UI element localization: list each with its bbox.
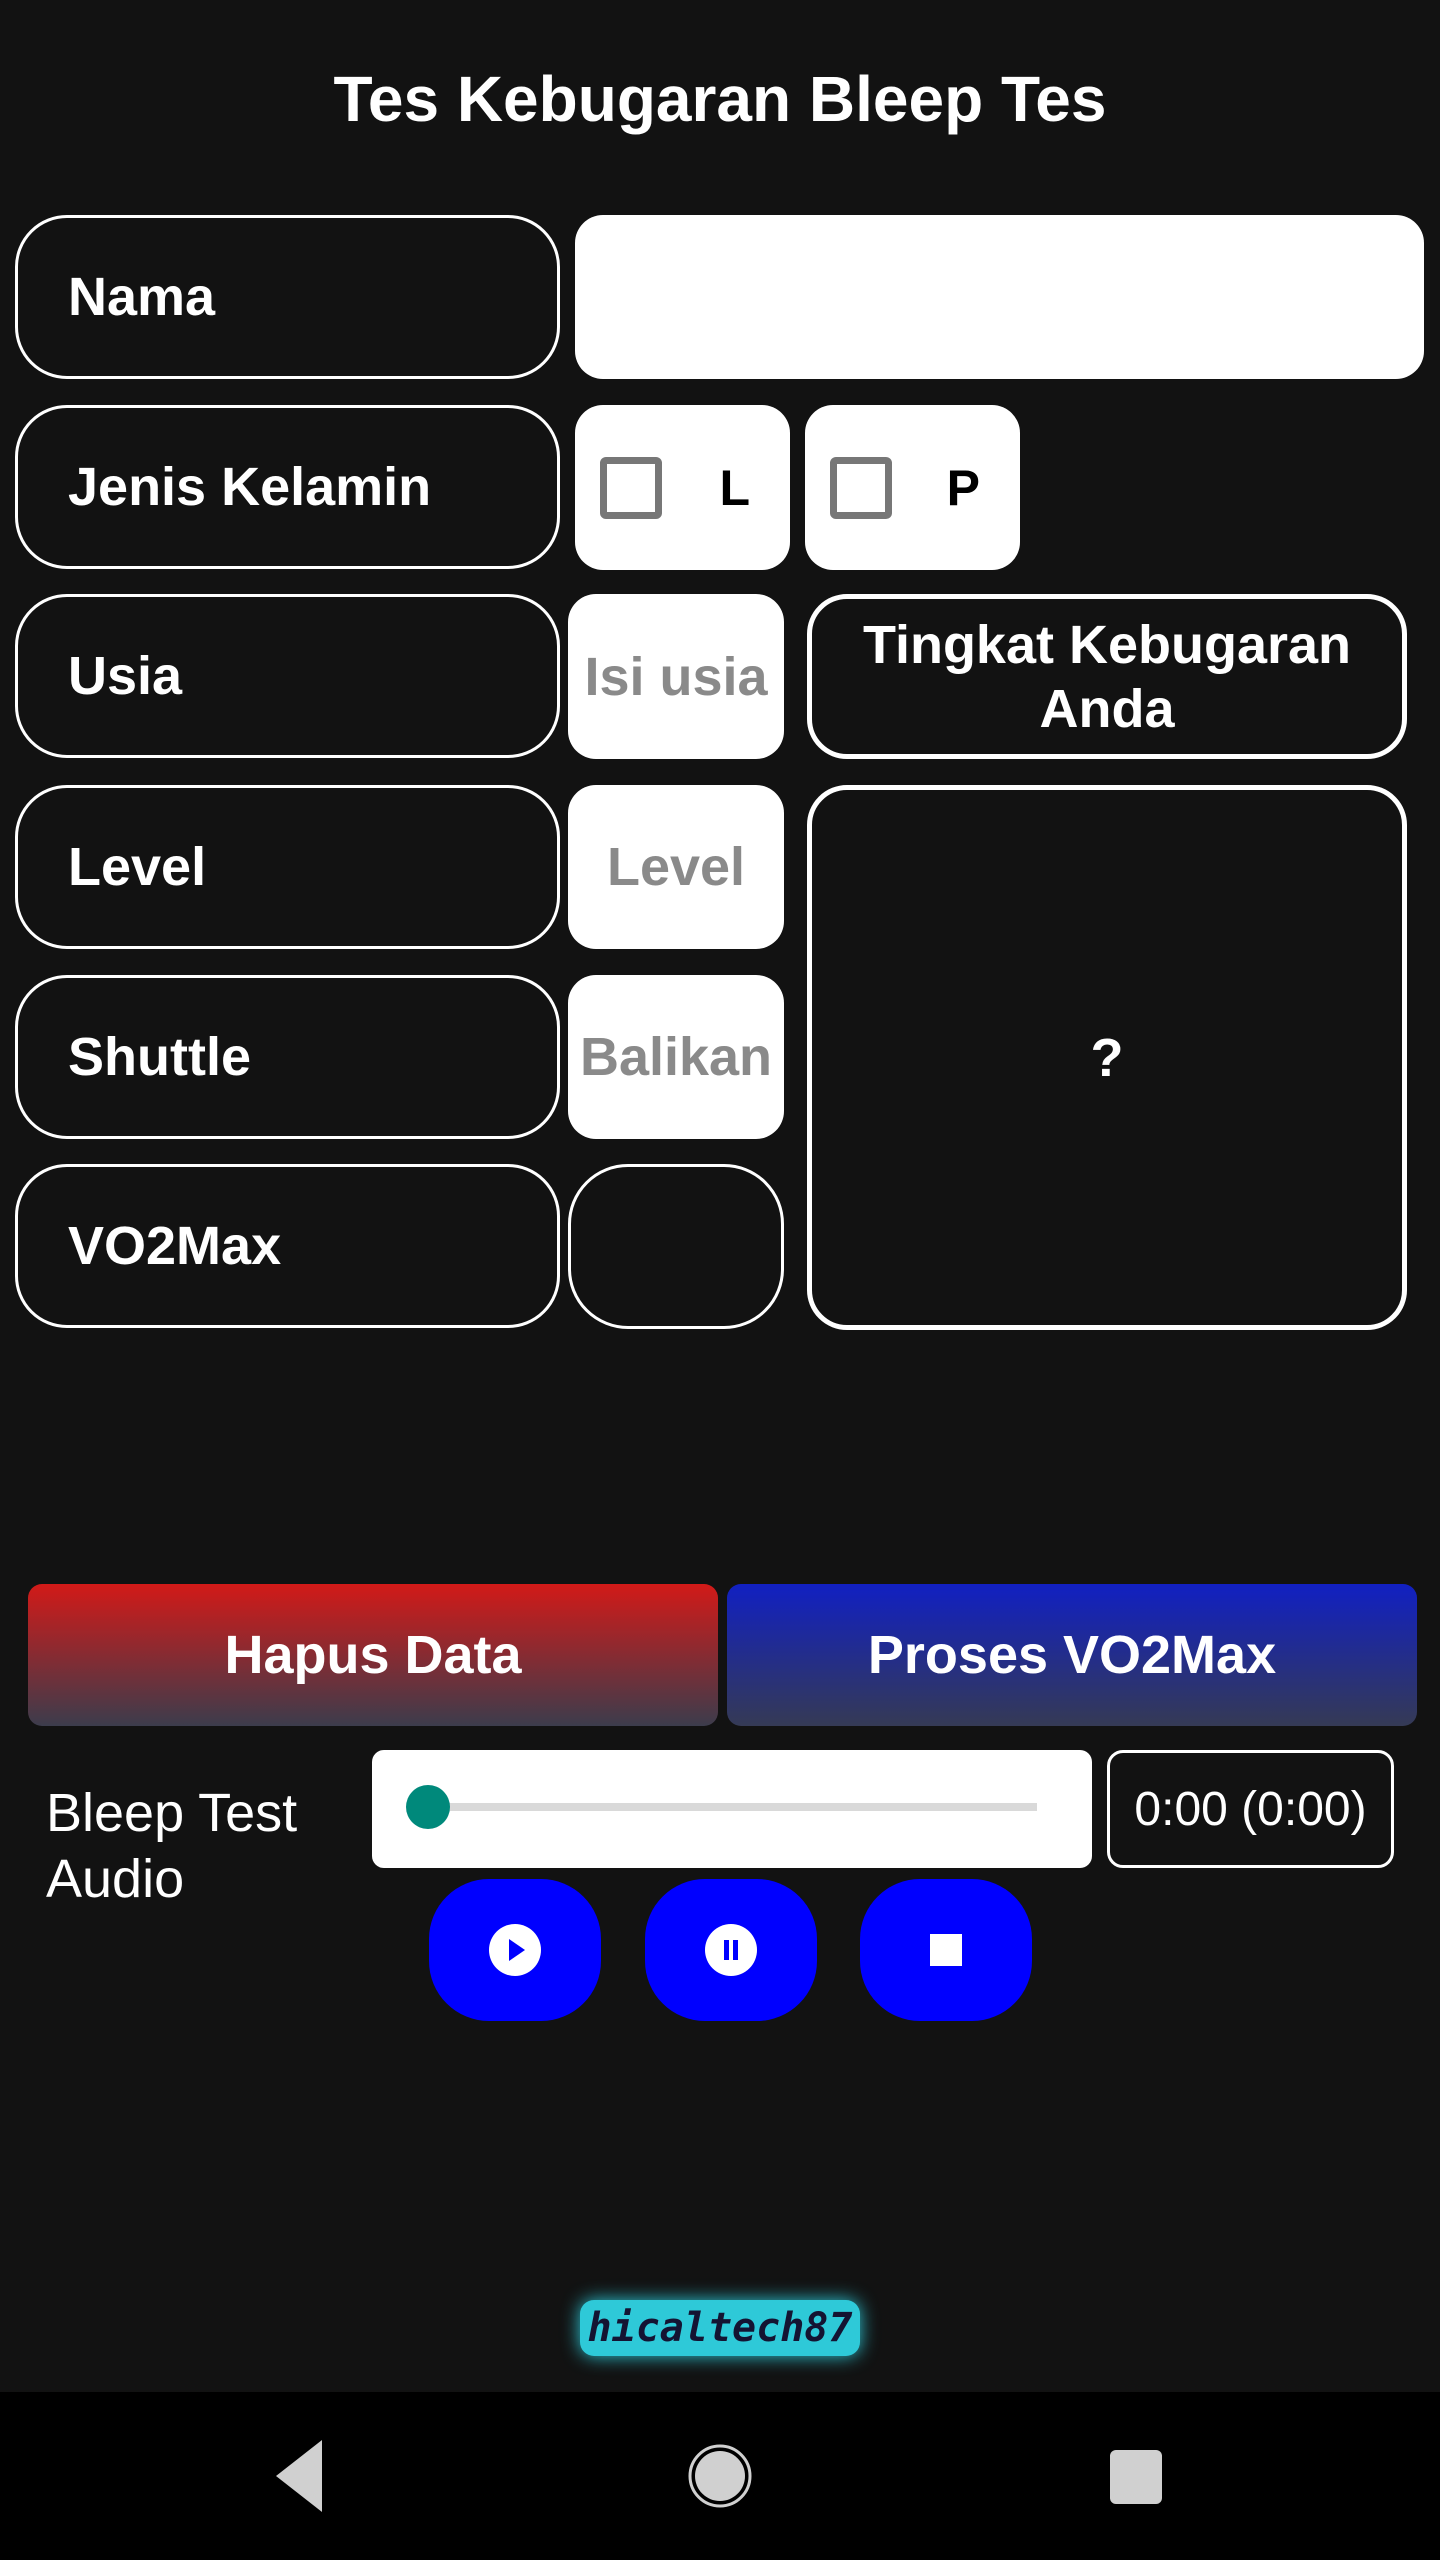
- gender-label: Jenis Kelamin: [15, 405, 560, 569]
- gender-option-label: L: [719, 459, 750, 516]
- play-button[interactable]: [429, 1879, 601, 2021]
- usia-input[interactable]: Isi usia: [568, 594, 784, 759]
- pause-icon: [705, 1924, 757, 1976]
- gender-checkbox-l[interactable]: L: [575, 405, 790, 570]
- audio-seekbar[interactable]: [372, 1750, 1092, 1868]
- level-input[interactable]: Level: [568, 785, 784, 949]
- vo2max-label: VO2Max: [15, 1164, 560, 1328]
- stop-icon: [930, 1934, 962, 1966]
- recents-icon[interactable]: [1110, 2450, 1162, 2504]
- stop-button[interactable]: [860, 1879, 1032, 2021]
- fitness-result-value: ?: [807, 785, 1407, 1330]
- gender-option-label: P: [946, 459, 980, 516]
- shuttle-input[interactable]: Balikan: [568, 975, 784, 1139]
- usia-label: Usia: [15, 594, 560, 758]
- vo2max-value: [568, 1164, 784, 1329]
- checkbox-icon[interactable]: [830, 456, 892, 519]
- shuttle-label: Shuttle: [15, 975, 560, 1139]
- audio-time: 0:00 (0:00): [1107, 1750, 1394, 1868]
- audio-label: Bleep Test Audio: [46, 1783, 298, 1909]
- clear-data-button[interactable]: Hapus Data: [28, 1584, 718, 1726]
- play-icon: [489, 1924, 541, 1976]
- level-label: Level: [15, 785, 560, 949]
- logo: hicaltech87: [580, 2300, 860, 2356]
- gender-checkbox-p[interactable]: P: [805, 405, 1020, 570]
- seekbar-track[interactable]: [427, 1803, 1037, 1811]
- fitness-level-header: Tingkat Kebugaran Anda: [807, 594, 1407, 759]
- seekbar-thumb[interactable]: [406, 1785, 450, 1829]
- process-vo2max-button[interactable]: Proses VO2Max: [727, 1584, 1417, 1726]
- nama-label: Nama: [15, 215, 560, 379]
- system-nav-bar: [0, 2392, 1440, 2560]
- nama-input[interactable]: [575, 215, 1424, 379]
- pause-button[interactable]: [645, 1879, 817, 2021]
- page-title: Tes Kebugaran Bleep Tes: [333, 63, 1107, 135]
- back-icon[interactable]: [272, 2438, 328, 2514]
- checkbox-icon[interactable]: [600, 456, 662, 519]
- home-icon[interactable]: [688, 2444, 752, 2508]
